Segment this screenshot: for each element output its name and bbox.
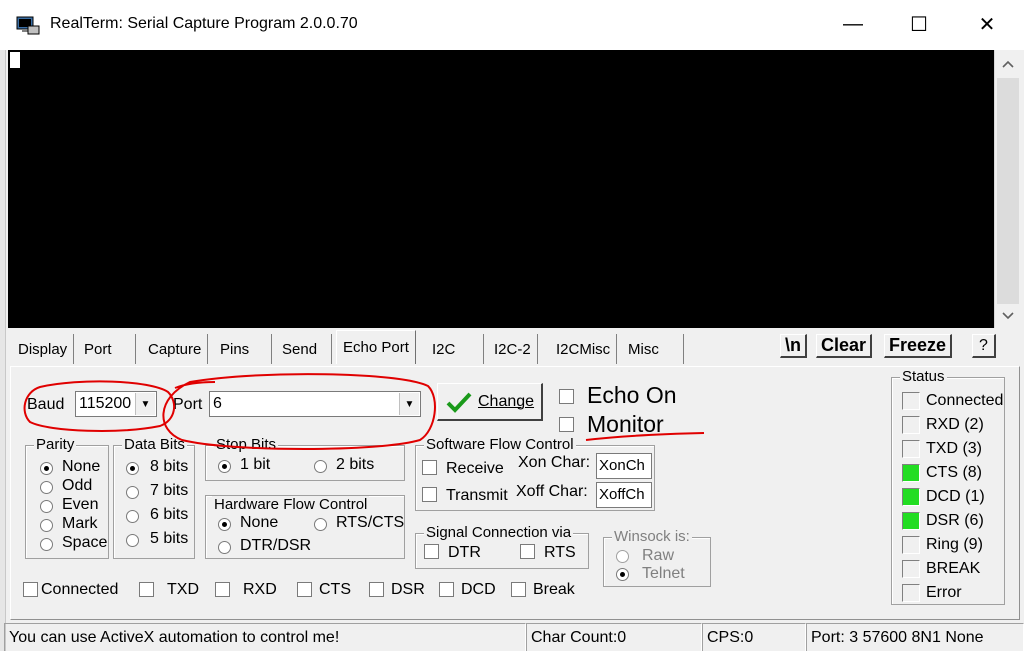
statusbar-char-count: Char Count:0 — [526, 623, 702, 651]
annotation-overlay — [23, 373, 705, 450]
statusbar-cps: CPS:0 — [702, 623, 806, 651]
statusbar-port-info: Port: 3 57600 8N1 None — [806, 623, 1024, 651]
statusbar-message: You can use ActiveX automation to contro… — [4, 623, 526, 651]
annotation-underline-monitor — [585, 432, 705, 441]
status-bar: You can use ActiveX automation to contro… — [0, 621, 1024, 651]
annotation-circle-baud — [23, 380, 176, 432]
annotation-circle-port — [162, 373, 436, 450]
